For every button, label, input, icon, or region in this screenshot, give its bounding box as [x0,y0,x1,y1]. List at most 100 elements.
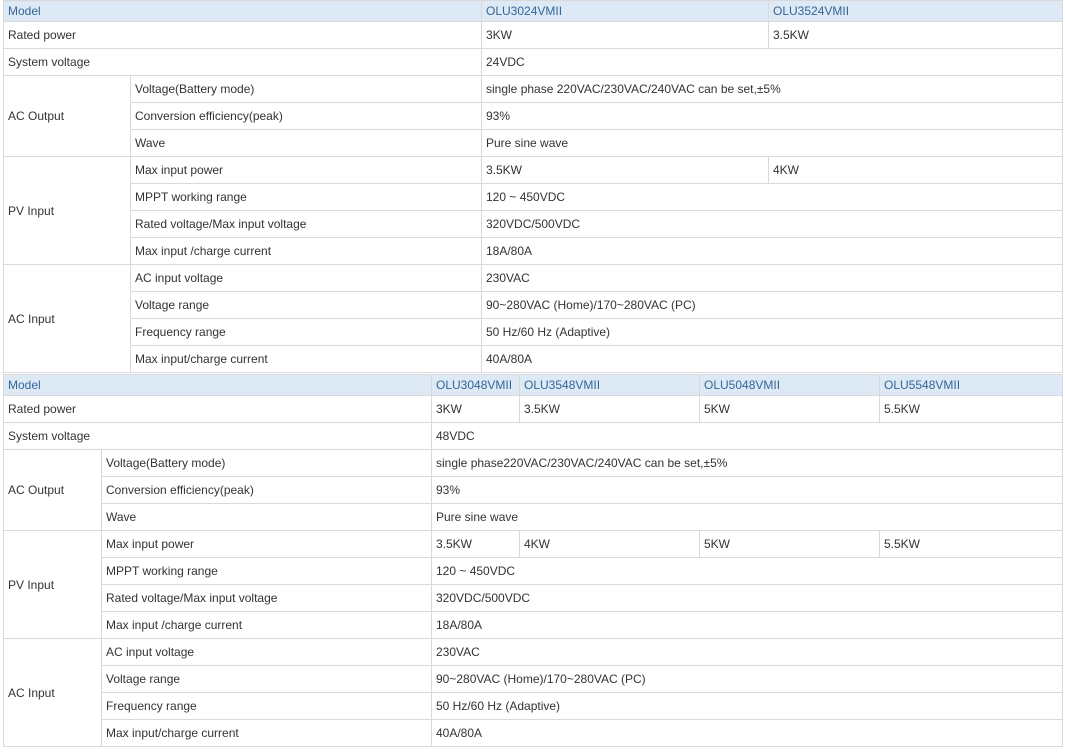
rated-power-row: Rated power 3KW 3.5KW 5KW 5.5KW [3,395,1063,423]
cell-value: 3KW [481,21,769,49]
cell-value: 4KW [519,530,700,558]
row-label: Wave [130,129,482,157]
group-label-pv-input: PV Input [3,156,131,265]
cell-value: 5KW [699,395,880,423]
table-row: AC Input AC input voltage 230VAC [3,264,1063,373]
model-name: OLU3548VMII [519,374,700,396]
table-row: Voltage range 90~280VAC (Home)/170~280VA… [4,665,1063,693]
model-row: Model OLU3048VMII OLU3548VMII OLU5048VMI… [3,374,1063,396]
group-label-ac-output: AC Output [3,75,131,157]
cell-value: 3.5KW [519,395,700,423]
model-row: Model OLU3024VMII OLU3524VMII [3,0,1063,22]
row-label: Conversion efficiency(peak) [101,476,432,504]
table-row: MPPT working range 120 ~ 450VDC [4,557,1063,585]
group-label-ac-output: AC Output [3,449,102,531]
cell-value: 5KW [699,530,880,558]
spec-table-48v: Model OLU3048VMII OLU3548VMII OLU5048VMI… [3,374,1063,747]
row-label: Voltage range [130,291,482,319]
model-label: Model [3,374,432,396]
cell-value: single phase 220VAC/230VAC/240VAC can be… [481,75,1063,103]
row-label: Max input /charge current [101,611,432,639]
table-row: Max input /charge current 18A/80A [4,611,1063,639]
cell-value: 3.5KW [768,21,1063,49]
cell-value: 230VAC [481,264,1063,292]
cell-value: 320VDC/500VDC [431,584,1063,612]
cell-value: 120 ~ 450VDC [431,557,1063,585]
row-label: Frequency range [101,692,432,720]
row-label: Voltage(Battery mode) [130,75,482,103]
cell-value: single phase220VAC/230VAC/240VAC can be … [431,449,1063,477]
cell-value: Pure sine wave [431,503,1063,531]
table-row: Rated voltage/Max input voltage 320VDC/5… [4,584,1063,612]
cell-value: 3.5KW [431,530,520,558]
row-label: Max input power [130,156,482,184]
model-name: OLU3048VMII [431,374,520,396]
cell-value: 5.5KW [879,530,1063,558]
cell-value: 3KW [431,395,520,423]
row-label: Voltage(Battery mode) [101,449,432,477]
row-label: Rated voltage/Max input voltage [101,584,432,612]
cell-value: 18A/80A [481,237,1063,265]
system-voltage-row: System voltage 24VDC [3,48,1063,76]
cell-value: 90~280VAC (Home)/170~280VAC (PC) [481,291,1063,319]
cell-value: 40A/80A [431,719,1063,747]
cell-value: 230VAC [431,638,1063,666]
cell-value: 50 Hz/60 Hz (Adaptive) [431,692,1063,720]
table-row: Frequency range 50 Hz/60 Hz (Adaptive) [4,318,1063,346]
row-label: System voltage [3,422,432,450]
group-label-ac-input: AC Input [3,638,102,747]
group-label-ac-input: AC Input [3,264,131,373]
table-row: PV Input Max input power 3.5KW 4KW [3,156,1063,265]
cell-value: 320VDC/500VDC [481,210,1063,238]
table-row: Conversion efficiency(peak) 93% [4,476,1063,504]
row-label: Rated power [3,21,482,49]
model-label: Model [3,0,482,22]
cell-value: 18A/80A [431,611,1063,639]
rated-power-row: Rated power 3KW 3.5KW [3,21,1063,49]
row-label: Rated voltage/Max input voltage [130,210,482,238]
cell-value: 5.5KW [879,395,1063,423]
row-label: Max input/charge current [101,719,432,747]
model-name: OLU3024VMII [481,0,769,22]
table-row: Max input/charge current 40A/80A [4,719,1063,747]
row-label: System voltage [3,48,482,76]
table-row: Wave Pure sine wave [4,503,1063,531]
table-row: Max input/charge current 40A/80A [4,345,1063,373]
row-label: Wave [101,503,432,531]
table-row: PV Input Max input power 3.5KW 4KW 5KW 5… [3,530,1063,639]
model-name: OLU5048VMII [699,374,880,396]
row-label: Frequency range [130,318,482,346]
table-row: Max input /charge current 18A/80A [4,237,1063,265]
spec-table-24v: Model OLU3024VMII OLU3524VMII Rated powe… [3,0,1063,373]
model-name: OLU3524VMII [768,0,1063,22]
cell-value: 90~280VAC (Home)/170~280VAC (PC) [431,665,1063,693]
cell-value: 3.5KW [481,156,769,184]
row-label: Conversion efficiency(peak) [130,102,482,130]
row-label: Max input power [101,530,432,558]
cell-value: 93% [481,102,1063,130]
cell-value: 48VDC [431,422,1063,450]
model-name: OLU5548VMII [879,374,1063,396]
cell-value: 50 Hz/60 Hz (Adaptive) [481,318,1063,346]
row-label: Rated power [3,395,432,423]
row-label: AC input voltage [101,638,432,666]
table-row: MPPT working range 120 ~ 450VDC [4,183,1063,211]
cell-value: 120 ~ 450VDC [481,183,1063,211]
cell-value: 24VDC [481,48,1063,76]
cell-value: 4KW [768,156,1063,184]
table-row: Wave Pure sine wave [4,129,1063,157]
table-row: AC Output Voltage(Battery mode) single p… [3,75,1063,157]
row-label: MPPT working range [101,557,432,585]
row-label: Max input/charge current [130,345,482,373]
system-voltage-row: System voltage 48VDC [3,422,1063,450]
table-row: Rated voltage/Max input voltage 320VDC/5… [4,210,1063,238]
row-label: Max input /charge current [130,237,482,265]
table-row: Frequency range 50 Hz/60 Hz (Adaptive) [4,692,1063,720]
row-label: MPPT working range [130,183,482,211]
group-label-pv-input: PV Input [3,530,102,639]
cell-value: 40A/80A [481,345,1063,373]
cell-value: Pure sine wave [481,129,1063,157]
table-row: AC Input AC input voltage 230VAC [3,638,1063,747]
row-label: Voltage range [101,665,432,693]
table-row: Conversion efficiency(peak) 93% [4,102,1063,130]
